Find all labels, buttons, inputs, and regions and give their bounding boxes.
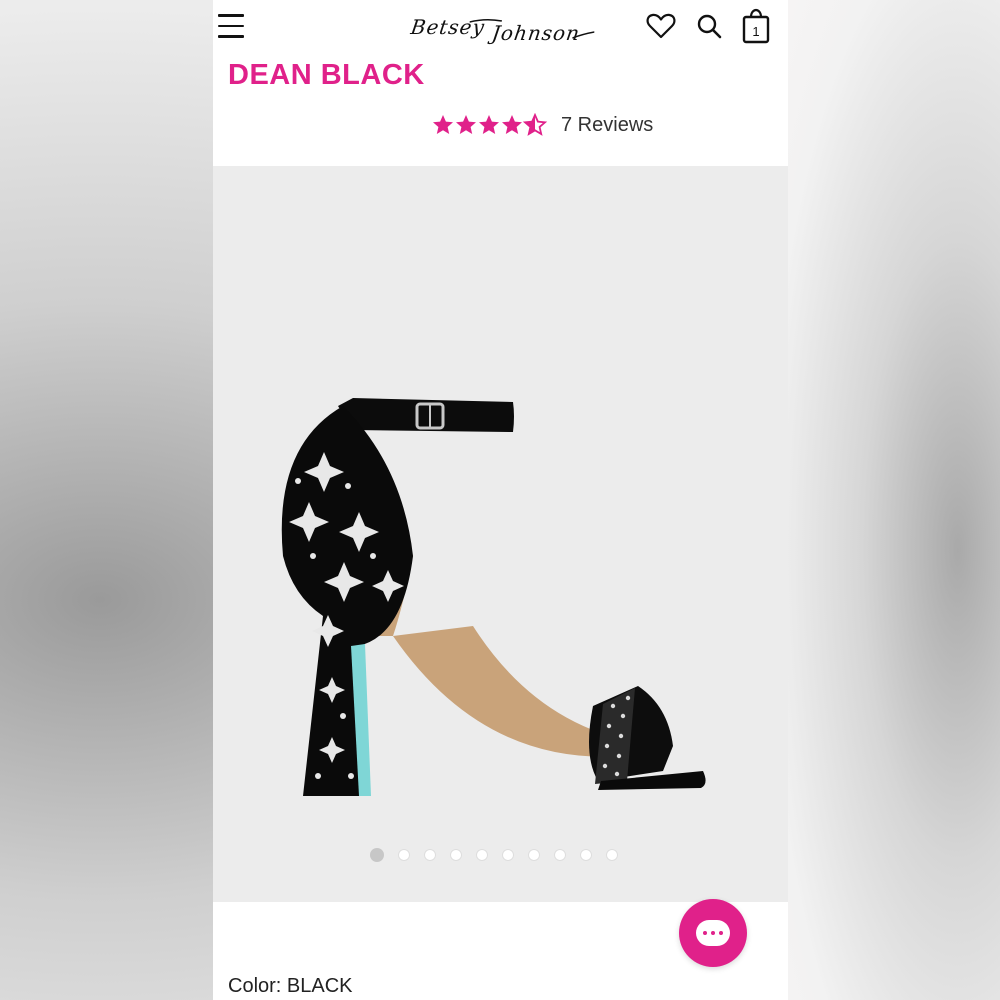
color-value: BLACK (286, 975, 353, 997)
mobile-page: Betsey Johnson 1 DEAN BLACK 7 Reviews Co… (213, 0, 788, 1000)
cart-count: 1 (752, 24, 759, 39)
star-rating-icon (433, 114, 546, 135)
carousel-dot[interactable] (370, 848, 384, 862)
star-icon (479, 115, 499, 134)
reviews-link[interactable]: 7 Reviews (561, 114, 653, 137)
carousel-dot[interactable] (476, 849, 488, 861)
shopping-bag-icon[interactable]: 1 (741, 8, 771, 49)
site-header: Betsey Johnson 1 (213, 0, 788, 56)
star-icon (456, 115, 476, 134)
star-icon (502, 115, 522, 134)
svg-text:Betsey: Betsey (408, 15, 486, 39)
product-image[interactable] (243, 386, 743, 806)
carousel-dot[interactable] (398, 849, 410, 861)
carousel-dot[interactable] (580, 849, 592, 861)
carousel-dot[interactable] (502, 849, 514, 861)
background-right (788, 0, 1000, 1000)
brand-logo-script: Betsey Johnson (408, 15, 595, 45)
color-selector-label: Color: BLACK (228, 975, 353, 998)
chat-button[interactable] (679, 899, 747, 967)
product-rating[interactable]: 7 Reviews (431, 111, 653, 139)
search-icon[interactable] (695, 12, 723, 45)
carousel-dot[interactable] (606, 849, 618, 861)
rating-stars (431, 113, 549, 137)
color-label: Color: (228, 975, 282, 997)
hamburger-menu-icon[interactable] (218, 14, 244, 38)
product-image-carousel[interactable] (213, 166, 788, 902)
carousel-dot[interactable] (424, 849, 436, 861)
half-star-icon (524, 114, 546, 135)
chat-bubble-icon (696, 920, 730, 946)
svg-text:Johnson: Johnson (486, 21, 581, 45)
star-icon (433, 115, 453, 134)
product-title: DEAN BLACK (228, 59, 425, 91)
brand-logo[interactable]: Betsey Johnson (406, 8, 601, 46)
carousel-dots (370, 848, 618, 862)
carousel-dot[interactable] (450, 849, 462, 861)
carousel-dot[interactable] (528, 849, 540, 861)
heart-icon[interactable] (645, 10, 677, 47)
carousel-dot[interactable] (554, 849, 566, 861)
